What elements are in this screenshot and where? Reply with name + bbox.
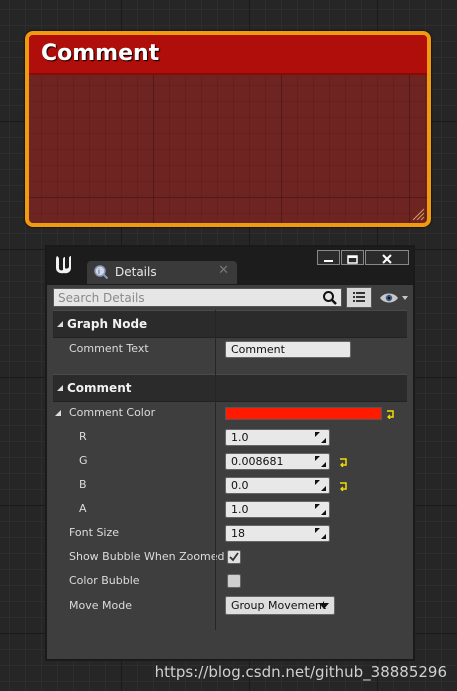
property-row-show-bubble: Show Bubble When Zoomed (53, 546, 407, 570)
g-value-field[interactable]: 0.008681 (225, 453, 330, 470)
r-value-field[interactable]: 1.0 (225, 429, 330, 446)
checkmark-icon (229, 552, 239, 562)
search-icon[interactable] (322, 290, 338, 306)
color-bubble-label: Color Bubble (69, 574, 140, 587)
show-bubble-label: Show Bubble When Zoomed (69, 550, 225, 563)
section-graph-node[interactable]: Graph Node (53, 310, 407, 338)
spin-arrows-icon[interactable] (315, 432, 326, 443)
property-row-b: B 0.0 (53, 474, 407, 498)
section-comment-title: Comment (67, 381, 132, 395)
comment-body (29, 73, 427, 223)
tab-details-label: Details (115, 265, 157, 279)
section-graph-node-title: Graph Node (67, 317, 148, 331)
a-value: 1.0 (231, 503, 249, 516)
details-titlebar[interactable]: i Details ✕ (47, 247, 413, 285)
spin-arrows-icon[interactable] (315, 504, 326, 515)
tab-close-icon[interactable]: ✕ (218, 263, 229, 278)
view-options-button[interactable] (346, 287, 372, 308)
property-row-r: R 1.0 (53, 426, 407, 450)
minimize-button[interactable] (317, 250, 340, 265)
comment-color-label: Comment Color (69, 406, 156, 419)
font-size-label: Font Size (69, 526, 120, 539)
unreal-logo-icon (56, 256, 71, 274)
eye-icon (380, 293, 408, 303)
details-panel: i Details ✕ Search Details Graph Node Co… (45, 245, 415, 661)
move-mode-label: Move Mode (69, 599, 132, 612)
property-row-comment-text: Comment Text Comment (53, 338, 407, 362)
property-row-g: G 0.008681 (53, 450, 407, 474)
collapse-arrow-icon[interactable] (56, 320, 64, 328)
property-row-a: A 1.0 (53, 498, 407, 522)
comment-header[interactable]: Comment (29, 35, 427, 75)
r-label: R (79, 430, 87, 443)
b-value-field[interactable]: 0.0 (225, 477, 330, 494)
search-input[interactable] (54, 289, 316, 306)
move-mode-dropdown[interactable]: Group Movement (225, 596, 335, 615)
collapse-arrow-icon[interactable] (56, 384, 64, 392)
chevron-down-icon (319, 603, 329, 609)
move-mode-value: Group Movement (231, 599, 327, 612)
details-search-icon: i (94, 265, 109, 280)
comment-node[interactable]: Comment (25, 31, 431, 227)
font-size-field[interactable]: 18 (225, 525, 330, 542)
spin-arrows-icon[interactable] (315, 480, 326, 491)
b-label: B (79, 478, 87, 491)
font-size-value: 18 (231, 527, 245, 540)
maximize-button[interactable] (341, 250, 364, 265)
comment-title[interactable]: Comment (41, 41, 159, 66)
comment-text-field[interactable]: Comment (225, 341, 351, 358)
column-divider[interactable] (215, 310, 216, 630)
reset-to-default-icon[interactable] (385, 409, 395, 419)
visibility-button[interactable] (378, 289, 410, 307)
minimize-icon (324, 260, 333, 262)
list-view-icon (353, 292, 365, 302)
r-value: 1.0 (231, 431, 249, 444)
resize-grip-icon[interactable] (411, 207, 425, 221)
a-value-field[interactable]: 1.0 (225, 501, 330, 518)
spin-arrows-icon[interactable] (315, 528, 326, 539)
search-row (53, 286, 410, 310)
property-row-font-size: Font Size 18 (53, 522, 407, 546)
property-row-move-mode: Move Mode Group Movement (53, 594, 407, 618)
window-controls (316, 250, 409, 265)
b-value: 0.0 (231, 479, 249, 492)
close-window-button[interactable] (365, 250, 409, 265)
a-label: A (79, 502, 87, 515)
g-value: 0.008681 (231, 455, 284, 468)
comment-text-label: Comment Text (69, 342, 149, 355)
g-label: G (79, 454, 88, 467)
tab-details[interactable]: i Details ✕ (87, 261, 237, 284)
expand-arrow-icon[interactable] (55, 410, 62, 417)
color-bubble-checkbox[interactable] (227, 574, 241, 588)
color-swatch[interactable] (225, 407, 382, 420)
svg-text:i: i (98, 268, 100, 276)
maximize-icon (347, 255, 358, 264)
watermark: https://blog.csdn.net/github_38885296 (154, 663, 447, 681)
section-comment[interactable]: Comment (53, 374, 407, 402)
show-bubble-checkbox[interactable] (227, 550, 241, 564)
spin-arrows-icon[interactable] (315, 456, 326, 467)
property-row-comment-color: Comment Color (53, 402, 407, 426)
reset-to-default-icon[interactable] (338, 481, 348, 491)
close-icon (382, 254, 392, 264)
property-row-color-bubble: Color Bubble (53, 570, 407, 594)
reset-to-default-icon[interactable] (338, 457, 348, 467)
search-box[interactable] (53, 288, 342, 307)
